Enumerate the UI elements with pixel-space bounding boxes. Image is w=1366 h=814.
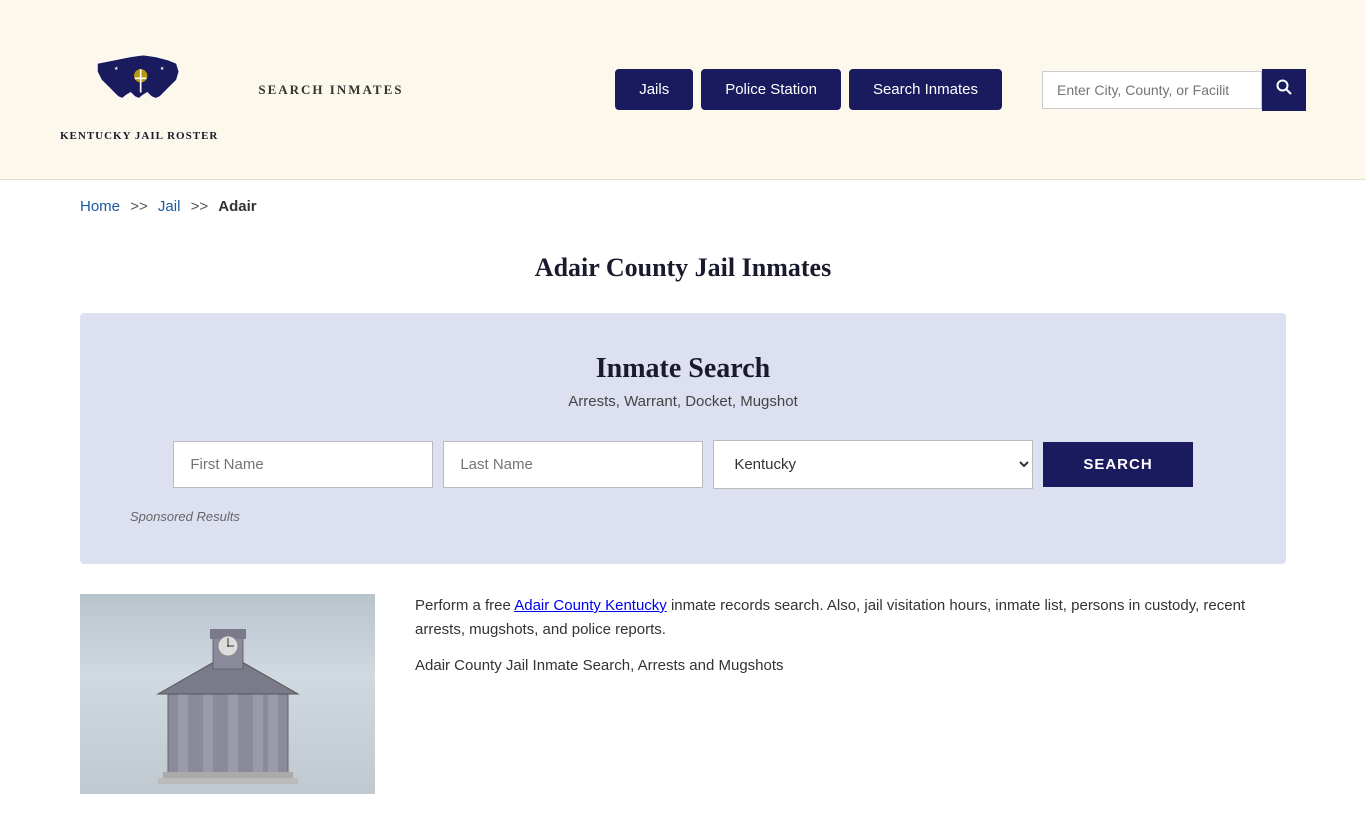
last-name-input[interactable] (443, 441, 703, 488)
kentucky-logo-icon: ★ ★ (89, 35, 189, 125)
breadcrumb-current: Adair (218, 198, 256, 215)
breadcrumb-home-link[interactable]: Home (80, 198, 120, 215)
site-header: ★ ★ KENTUCKY JAIL ROSTER SEARCH INMATES … (0, 0, 1366, 180)
main-nav: Jails Police Station Search Inmates (615, 69, 1002, 110)
logo-text: KENTUCKY JAIL ROSTER (60, 129, 218, 143)
search-box-subtitle: Arrests, Warrant, Docket, Mugshot (130, 393, 1236, 410)
bottom-section: Perform a free Adair County Kentucky inm… (80, 594, 1286, 794)
search-inmates-nav-button[interactable]: Search Inmates (849, 69, 1002, 110)
police-station-nav-button[interactable]: Police Station (701, 69, 841, 110)
sponsored-label: Sponsored Results (130, 509, 1236, 524)
header-search-bar (1042, 69, 1306, 111)
breadcrumb-sep2: >> (191, 198, 209, 215)
svg-text:★: ★ (160, 66, 165, 72)
jail-image-placeholder (80, 594, 375, 794)
first-name-input[interactable] (173, 441, 433, 488)
breadcrumb-sep1: >> (130, 198, 148, 215)
breadcrumb-jail-link[interactable]: Jail (158, 198, 181, 215)
jail-image (80, 594, 375, 794)
search-submit-button[interactable]: SEARCH (1043, 442, 1192, 487)
adair-county-link[interactable]: Adair County Kentucky (514, 597, 667, 614)
header-search-button[interactable] (1262, 69, 1306, 111)
search-box-title: Inmate Search (130, 353, 1236, 385)
search-form-row: AlabamaAlaskaArizonaArkansasCaliforniaCo… (130, 440, 1236, 489)
svg-text:★: ★ (114, 66, 119, 72)
site-title: SEARCH INMATES (258, 82, 403, 98)
header-search-input[interactable] (1042, 71, 1262, 109)
logo-area[interactable]: ★ ★ KENTUCKY JAIL ROSTER (60, 35, 218, 143)
inmate-search-box: Inmate Search Arrests, Warrant, Docket, … (80, 313, 1286, 564)
description-paragraph-2: Adair County Jail Inmate Search, Arrests… (415, 654, 1286, 678)
jails-nav-button[interactable]: Jails (615, 69, 693, 110)
search-icon (1276, 79, 1292, 95)
description-paragraph-1: Perform a free Adair County Kentucky inm… (415, 594, 1286, 642)
main-content: Adair County Jail Inmates Inmate Search … (0, 233, 1366, 814)
description-text: Perform a free Adair County Kentucky inm… (415, 594, 1286, 794)
building-illustration-icon (138, 624, 318, 784)
page-title: Adair County Jail Inmates (80, 253, 1286, 283)
breadcrumb: Home >> Jail >> Adair (0, 180, 1366, 233)
state-select[interactable]: AlabamaAlaskaArizonaArkansasCaliforniaCo… (713, 440, 1033, 489)
